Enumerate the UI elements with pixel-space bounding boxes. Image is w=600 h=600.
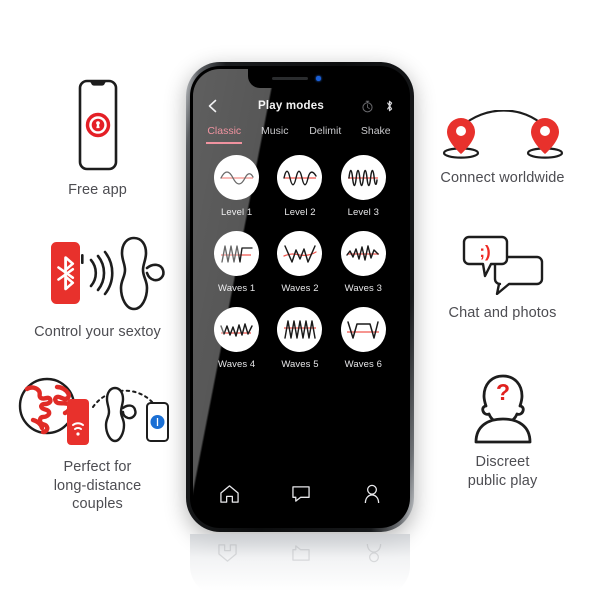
wave-sine-mid-icon	[277, 155, 323, 200]
feature-chat-photos: ;) Chat and photos	[410, 235, 595, 323]
mode-label: Level 3	[347, 207, 379, 218]
feature-connect-worldwide: Connect worldwide	[410, 110, 595, 188]
bluetooth-icon[interactable]	[384, 99, 395, 113]
tab-label: Music	[261, 125, 289, 137]
mode-item[interactable]: Level 1	[205, 155, 268, 218]
chat-icon[interactable]	[291, 485, 311, 503]
timer-icon[interactable]	[361, 100, 374, 113]
bottom-nav-bar	[193, 477, 407, 511]
long-distance-illustration	[13, 375, 183, 449]
feature-block: Perfect for long-distance couples	[5, 375, 190, 514]
wave-sine-high-icon	[340, 155, 386, 200]
front-camera	[316, 76, 321, 81]
discreet-play-illustration: ?	[464, 372, 542, 444]
feature-discreet-play: ? Discreet public play	[410, 372, 595, 490]
tab-classic[interactable]: Classic	[199, 125, 250, 144]
mode-tabs: Classic Music Delimit Shake	[193, 125, 407, 144]
tab-music[interactable]: Music	[250, 125, 301, 144]
tab-label: Shake	[360, 125, 391, 137]
mode-label: Waves 6	[344, 359, 382, 370]
mode-label: Waves 4	[218, 359, 256, 370]
feature-label: Perfect for long-distance couples	[53, 459, 142, 513]
phone-bezel: Play modes Classic Music Delimit Shake L…	[190, 66, 410, 528]
feature-long-distance: Perfect for long-distance couples	[5, 375, 190, 514]
tab-delimit[interactable]: Delimit	[300, 125, 351, 144]
connect-worldwide-illustration	[433, 110, 573, 160]
feature-block: ;) Chat and photos	[410, 235, 595, 323]
mode-label: Waves 5	[281, 359, 319, 370]
wave-v-peak-v-icon	[277, 231, 323, 276]
tab-label: Classic	[207, 125, 242, 137]
header-actions	[361, 99, 395, 113]
phone-notch	[248, 69, 352, 88]
wave-v-trapezoid-v-icon	[340, 307, 386, 352]
question-mark-glyph: ?	[495, 379, 509, 405]
wave-triangle-dense-icon	[277, 307, 323, 352]
chevron-left-icon[interactable]	[205, 98, 221, 114]
promo-infographic: Free app Control your sextoy Perfect for…	[0, 0, 600, 600]
mode-item[interactable]: Waves 2	[268, 231, 331, 294]
reflection-nav-ghost	[190, 540, 410, 566]
feature-label: Discreet public play	[467, 454, 538, 489]
mode-label: Level 2	[284, 207, 316, 218]
profile-icon[interactable]	[363, 484, 381, 504]
mode-item[interactable]: Level 2	[268, 155, 331, 218]
phone-mockup: Play modes Classic Music Delimit Shake L…	[186, 62, 414, 532]
control-sextoy-illustration	[18, 232, 178, 314]
wave-sine-low-icon	[214, 155, 260, 200]
phone-reflection	[190, 534, 410, 596]
play-modes-grid: Level 1 Level 2 Level 3 Waves 1 Waves 2 …	[193, 144, 407, 370]
mode-item[interactable]: Waves 5	[268, 307, 331, 370]
mode-label: Waves 1	[218, 283, 256, 294]
app-header: Play modes	[193, 89, 407, 123]
wave-zigzag-rising-icon	[340, 231, 386, 276]
feature-free-app: Free app	[5, 78, 190, 200]
phone-frame: Play modes Classic Music Delimit Shake L…	[186, 62, 414, 532]
mode-item[interactable]: Waves 6	[332, 307, 395, 370]
tab-shake[interactable]: Shake	[351, 125, 402, 144]
mode-item[interactable]: Waves 3	[332, 231, 395, 294]
feature-block: Connect worldwide	[410, 110, 595, 188]
mode-item[interactable]: Waves 1	[205, 231, 268, 294]
feature-block: Free app	[5, 78, 190, 200]
feature-block: ? Discreet public play	[410, 372, 595, 490]
feature-label: Control your sextoy	[34, 324, 161, 340]
earpiece-speaker	[272, 77, 308, 80]
mode-label: Level 1	[220, 207, 253, 218]
home-icon[interactable]	[219, 484, 240, 504]
mode-label: Waves 2	[281, 283, 319, 294]
phone-screen: Play modes Classic Music Delimit Shake L…	[193, 69, 407, 525]
wave-zigzag-then-flat-icon	[214, 231, 260, 276]
free-app-illustration	[66, 78, 130, 172]
tab-label: Delimit	[309, 125, 342, 137]
chat-photos-illustration: ;)	[455, 235, 551, 295]
feature-block: Control your sextoy	[5, 232, 190, 342]
feature-label: Connect worldwide	[440, 170, 565, 186]
page-title: Play modes	[258, 100, 324, 112]
feature-label: Free app	[68, 182, 127, 198]
mode-item[interactable]: Level 3	[332, 155, 395, 218]
feature-label: Chat and photos	[448, 305, 557, 321]
feature-control-sextoy: Control your sextoy	[5, 232, 190, 342]
mode-label: Waves 3	[344, 283, 382, 294]
wink-emoticon: ;)	[479, 242, 490, 261]
wave-zigzag-dense-low-icon	[214, 307, 260, 352]
mode-item[interactable]: Waves 4	[205, 307, 268, 370]
